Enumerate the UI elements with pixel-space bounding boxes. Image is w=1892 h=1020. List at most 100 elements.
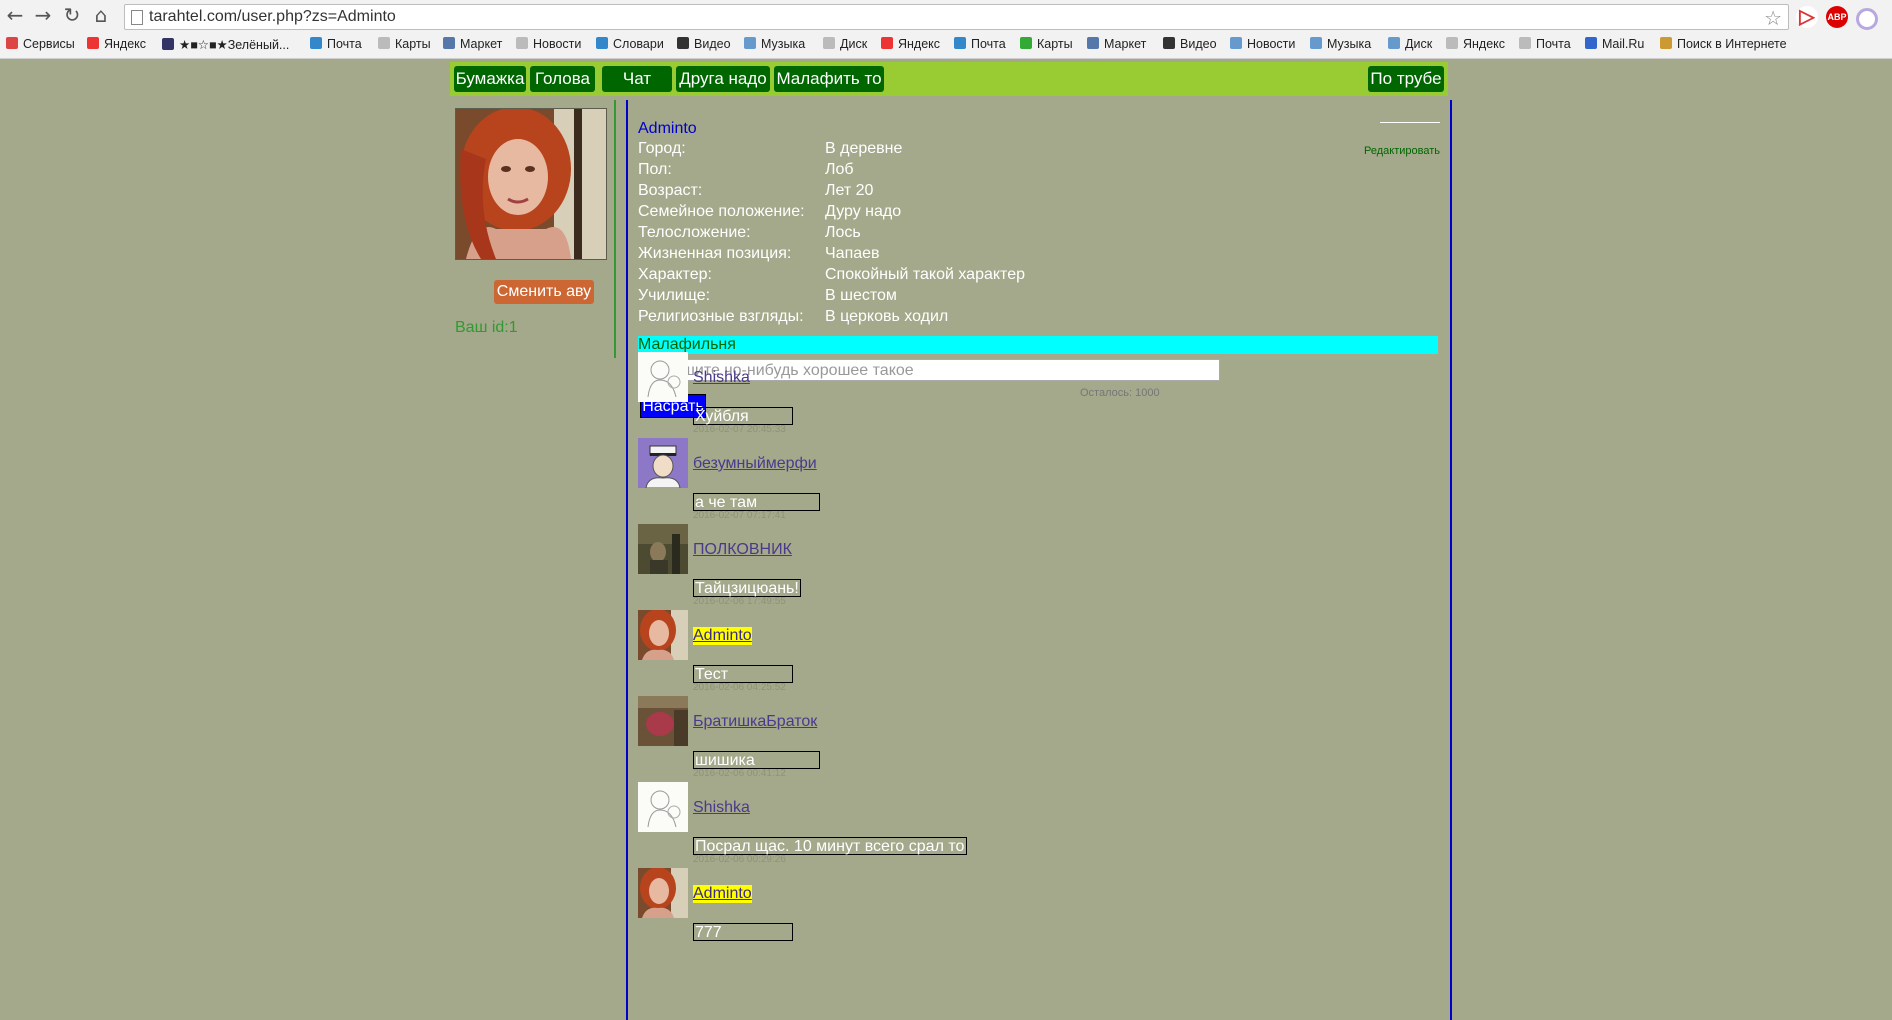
profile-field-row: Возраст: Лет 20	[638, 182, 1138, 203]
post-avatar[interactable]	[638, 524, 688, 574]
bookmark-icon	[1388, 37, 1400, 49]
profile-field-value: Спокойный такой характер	[825, 266, 1025, 283]
bookmark-label: Новости	[1247, 37, 1296, 51]
url-text: tarahtel.com/user.php?zs=Adminto	[149, 8, 396, 25]
bookmark-item[interactable]: Новости	[1230, 37, 1295, 51]
profile-field-label: Телосложение:	[638, 224, 751, 241]
bookmark-icon	[1230, 37, 1242, 49]
bookmark-item[interactable]: Карты	[1020, 37, 1073, 51]
post-message: 777	[693, 923, 793, 941]
bookmark-icon	[162, 38, 174, 50]
post-avatar[interactable]	[638, 782, 688, 832]
bookmark-icon	[1585, 37, 1597, 49]
bookmark-label: Почта	[1536, 37, 1571, 51]
bookmark-item[interactable]: ★■☆■★Зелёный...	[162, 37, 289, 52]
post-author-link[interactable]: ПОЛКОВНИК	[693, 541, 792, 559]
nav-item-head[interactable]: Голова	[530, 66, 595, 92]
extension-ring-icon[interactable]	[1856, 8, 1878, 30]
bookmark-item[interactable]: Почта	[1519, 37, 1571, 51]
bookmark-label: Словари	[613, 37, 664, 51]
profile-field-row: Телосложение: Лось	[638, 224, 1138, 245]
bookmarks-bar: Сервисы Яндекс ★■☆■★Зелёный... Почта Карты Ма…	[0, 34, 1892, 56]
profile-username: Adminto	[638, 120, 697, 137]
nav-item-wall[interactable]: Малафить то	[774, 66, 884, 92]
divider	[1380, 122, 1440, 123]
bookmark-item[interactable]: Маркет	[1087, 37, 1146, 51]
bookmark-item[interactable]: Сервисы	[6, 37, 75, 51]
bookmark-item[interactable]: Маркет	[443, 37, 502, 51]
post-message: шишика	[693, 751, 820, 769]
bookmark-item[interactable]: Видео	[677, 37, 731, 51]
post-message: а че там	[693, 493, 820, 511]
post-avatar[interactable]	[638, 696, 688, 746]
back-arrow-icon[interactable]: ←	[4, 4, 26, 26]
bookmark-label: Маркет	[1104, 37, 1147, 51]
bookmark-icon	[516, 37, 528, 49]
site-nav: Бумажка Голова Чат Друга надо Малафить т…	[450, 62, 1448, 96]
forward-arrow-icon[interactable]: →	[32, 4, 54, 26]
bookmark-item[interactable]: Яндекс	[881, 37, 940, 51]
post-date: 2016-02-07 07:17:41	[693, 510, 786, 521]
post-date: 2016-02-06 04:25:52	[693, 682, 786, 693]
adblock-icon[interactable]: ABP	[1826, 6, 1848, 28]
bookmark-item[interactable]: Диск	[823, 37, 867, 51]
page-icon	[131, 10, 143, 25]
bookmark-icon	[6, 37, 18, 49]
post-author-link[interactable]: БратишкаБраток	[693, 713, 817, 731]
bookmark-item[interactable]: Почта	[954, 37, 1006, 51]
flag-extension-icon[interactable]: ▷	[1796, 6, 1818, 28]
bookmark-icon	[1446, 37, 1458, 49]
profile-field-label: Возраст:	[638, 182, 703, 199]
bookmark-icon	[1660, 37, 1672, 49]
bookmark-item[interactable]: Карты	[378, 37, 431, 51]
bookmark-item[interactable]: Музыка	[744, 37, 805, 51]
bookmark-item[interactable]: Mail.Ru	[1585, 37, 1644, 51]
bookmark-label: Маркет	[460, 37, 503, 51]
bookmark-star-icon[interactable]: ☆	[1764, 6, 1782, 30]
bookmark-icon	[443, 37, 455, 49]
bookmark-label: Карты	[395, 37, 431, 51]
bookmark-icon	[677, 37, 689, 49]
bookmark-icon	[954, 37, 966, 49]
post-author-link[interactable]: Adminto	[693, 885, 752, 903]
bookmark-item[interactable]: Словари	[596, 37, 664, 51]
post-avatar[interactable]	[638, 438, 688, 488]
bookmark-icon	[1087, 37, 1099, 49]
profile-field-value: Лет 20	[825, 182, 874, 199]
profile-field-row: Училище: В шестом	[638, 287, 1138, 308]
profile-info: Город: В деревне Пол: Лоб Возраст: Лет 20 Семе…	[638, 140, 1138, 329]
bookmark-item[interactable]: Яндекс	[87, 37, 146, 51]
post-author-link[interactable]: безумныймерфи	[693, 455, 817, 473]
change-avatar-button[interactable]: Сменить аву	[494, 280, 594, 304]
post-author-link[interactable]: Adminto	[693, 627, 752, 645]
post-author-link[interactable]: Shishka	[693, 799, 750, 817]
nav-item-paper[interactable]: Бумажка	[454, 66, 526, 92]
post-date: 2016-02-06 00:41:12	[693, 768, 786, 779]
profile-field-label: Жизненная позиция:	[638, 245, 792, 262]
nav-item-friends[interactable]: Друга надо	[676, 66, 770, 92]
post-author-link[interactable]: Shishka	[693, 369, 750, 387]
nav-item-chat[interactable]: Чат	[602, 66, 672, 92]
home-icon[interactable]: ⌂	[90, 4, 112, 26]
bookmark-label: Яндекс	[104, 37, 147, 51]
bookmark-icon	[1163, 37, 1175, 49]
edit-profile-link[interactable]: Редактировать	[1364, 145, 1440, 157]
bookmark-item[interactable]: Почта	[310, 37, 362, 51]
bookmark-item[interactable]: Диск	[1388, 37, 1432, 51]
post-date: 2016-02-07 20:45:33	[693, 424, 786, 435]
bookmark-item[interactable]: Видео	[1163, 37, 1217, 51]
bookmark-item[interactable]: Музыка	[1310, 37, 1371, 51]
bookmark-item[interactable]: Поиск в Интернете	[1660, 37, 1787, 51]
bookmark-item[interactable]: Новости	[516, 37, 581, 51]
post-avatar[interactable]	[638, 610, 688, 660]
post-avatar[interactable]	[638, 868, 688, 918]
post-avatar[interactable]	[638, 352, 688, 402]
bookmark-label: Почта	[971, 37, 1006, 51]
profile-field-value: В церковь ходил	[825, 308, 949, 325]
nav-item-phone[interactable]: По трубе	[1368, 66, 1444, 92]
bookmark-item[interactable]: Яндекс	[1446, 37, 1505, 51]
reload-icon[interactable]: ↻	[61, 4, 83, 26]
bookmark-label: Диск	[1405, 37, 1433, 51]
profile-field-value: Лоб	[825, 161, 854, 178]
address-bar[interactable]: tarahtel.com/user.php?zs=Adminto ☆	[124, 4, 1789, 30]
